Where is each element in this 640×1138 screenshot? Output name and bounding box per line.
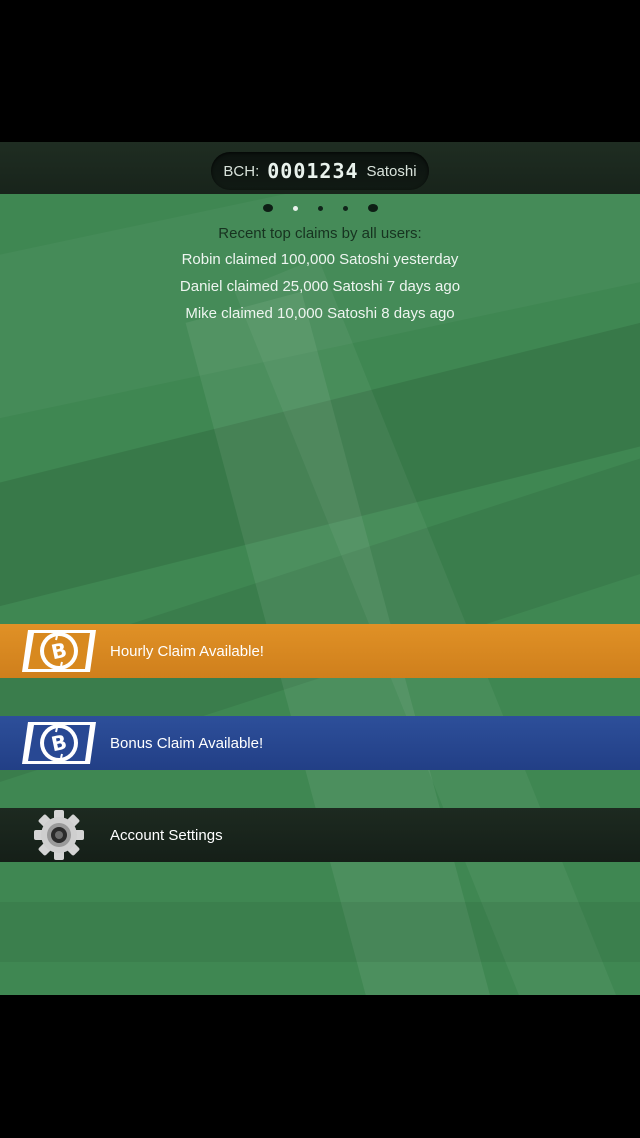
page-dot[interactable] bbox=[342, 205, 348, 211]
balance-display: BCH: 0001234 Satoshi bbox=[211, 152, 429, 190]
recent-claims-list: Recent top claims by all users: Robin cl… bbox=[0, 224, 640, 331]
page-dot[interactable] bbox=[317, 205, 323, 211]
bitcoin-cash-coin-icon: B bbox=[22, 630, 96, 672]
account-settings-button[interactable]: Account Settings bbox=[0, 808, 640, 862]
recent-claims-title: Recent top claims by all users: bbox=[218, 225, 422, 242]
bonus-claim-label: Bonus Claim Available! bbox=[110, 734, 264, 752]
bonus-claim-button[interactable]: B Bonus Claim Available! bbox=[0, 716, 640, 770]
page-indicator bbox=[0, 202, 640, 214]
page-dot[interactable] bbox=[367, 204, 378, 212]
hourly-claim-button[interactable]: B Hourly Claim Available! bbox=[0, 624, 640, 678]
bitcoin-cash-coin-icon: B bbox=[22, 722, 96, 764]
balance-unit: Satoshi bbox=[366, 162, 417, 180]
background-light-beam bbox=[0, 902, 640, 962]
claim-item: Mike claimed 10,000 Satoshi 8 days ago bbox=[185, 305, 455, 322]
balance-currency-label: BCH: bbox=[223, 162, 260, 180]
gear-icon bbox=[34, 810, 84, 860]
balance-value: 0001234 bbox=[267, 159, 359, 183]
account-settings-label: Account Settings bbox=[110, 826, 223, 844]
page-dot-active[interactable] bbox=[292, 205, 298, 211]
background-light-beam bbox=[0, 294, 640, 630]
claim-item: Daniel claimed 25,000 Satoshi 7 days ago bbox=[179, 278, 461, 295]
claim-item: Robin claimed 100,000 Satoshi yesterday bbox=[181, 251, 459, 268]
page-dot[interactable] bbox=[262, 204, 273, 212]
faucet-app-screen: BCH: 0001234 Satoshi Recent top claims b… bbox=[0, 142, 640, 995]
top-bar: BCH: 0001234 Satoshi bbox=[0, 142, 640, 194]
hourly-claim-label: Hourly Claim Available! bbox=[110, 642, 264, 660]
